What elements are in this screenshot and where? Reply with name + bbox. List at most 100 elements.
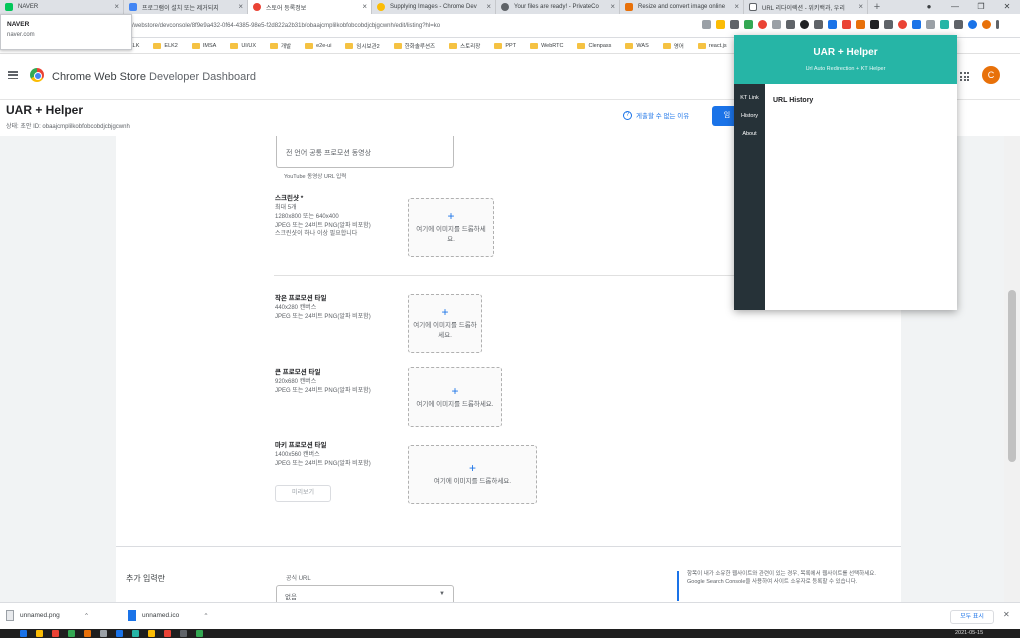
page-scrollbar[interactable] — [1004, 136, 1020, 602]
taskbar-app-icon[interactable] — [84, 630, 91, 637]
close-tab-icon[interactable]: × — [858, 2, 863, 11]
tab-naver[interactable]: NAVER × — [0, 0, 124, 14]
close-downloads-icon[interactable]: ✕ — [1003, 610, 1010, 619]
extension-icon[interactable] — [758, 20, 767, 29]
puzzle-icon[interactable] — [954, 20, 963, 29]
bookmark-item[interactable]: IMSA — [191, 42, 216, 49]
extension-icon[interactable] — [772, 20, 781, 29]
tab-privateconvert[interactable]: Your files are ready! - PrivateCo × — [496, 0, 620, 14]
tab-store-listing[interactable]: 스토어 등록정보 × — [248, 0, 372, 14]
profile-avatar-icon[interactable] — [982, 20, 991, 29]
extension-icon[interactable] — [898, 20, 907, 29]
bookmark-item[interactable]: WAS — [625, 42, 649, 49]
why-cant-submit-link[interactable]: ? 게출할 수 없는 이유 — [623, 110, 689, 120]
extension-icon[interactable] — [884, 20, 893, 29]
tab-supplying-images[interactable]: Supplying Images - Chrome Dev × — [372, 0, 496, 14]
popup-nav-kt-link[interactable]: KT Link — [734, 95, 765, 101]
chevron-up-icon[interactable]: ⌃ — [84, 612, 89, 620]
popup-nav-about[interactable]: About — [734, 131, 765, 137]
tab-wikipedia[interactable]: URL 리다이렉션 - 위키백과, 우리 × — [744, 0, 868, 14]
taskbar-app-icon[interactable] — [180, 630, 187, 637]
show-all-downloads-button[interactable]: 모두 표시 — [950, 610, 994, 624]
extension-icon[interactable] — [744, 20, 753, 29]
bookmark-item[interactable]: react.js — [697, 42, 727, 49]
windows-favicon-icon — [129, 3, 137, 11]
bookmark-item[interactable]: 개발 — [270, 42, 291, 50]
tab-program-uninstall[interactable]: 프로그램이 설치 또는 제거되지 × — [124, 0, 248, 14]
official-url-select[interactable]: 없음 ▼ — [276, 585, 454, 602]
popup-nav-history[interactable]: History — [734, 113, 765, 119]
taskbar-app-icon[interactable] — [36, 630, 43, 637]
chevron-up-icon[interactable]: ⌃ — [203, 612, 208, 620]
extension-icon[interactable] — [856, 20, 865, 29]
extension-icon[interactable] — [828, 20, 837, 29]
close-tab-icon[interactable]: × — [734, 2, 739, 11]
tab-resize-image[interactable]: Resize and convert image online × — [620, 0, 744, 14]
extension-icon[interactable] — [786, 20, 795, 29]
extension-icon[interactable] — [730, 20, 739, 29]
extension-icon[interactable] — [814, 20, 823, 29]
bookmark-item[interactable]: WebRTC — [530, 42, 563, 49]
close-tab-icon[interactable]: × — [486, 2, 491, 11]
taskbar-app-icon[interactable] — [20, 630, 27, 637]
small-tile-label: 작은 프로모션 타일 440x280 캔버스 JPEG 또는 24비트 PNG(… — [275, 295, 371, 321]
profile-icon[interactable] — [968, 20, 977, 29]
taskbar-app-icon[interactable] — [164, 630, 171, 637]
bookmark-item[interactable]: ELK2 — [153, 42, 178, 49]
bookmark-item[interactable]: 영어 — [662, 42, 684, 50]
hamburger-menu-icon[interactable] — [8, 71, 18, 79]
globe-favicon-icon — [501, 3, 509, 11]
small-tile-dropzone[interactable]: + 여기에 이미지를 드롭하세요. — [408, 294, 482, 353]
folder-icon — [530, 42, 539, 49]
popup-subtitle: Url Auto Redirection + KT Helper — [805, 66, 886, 72]
taskbar-app-icon[interactable] — [148, 630, 155, 637]
screenshot-dropzone[interactable]: + 여기에 이미지를 드롭하세요. — [408, 198, 494, 257]
tab-label: NAVER — [18, 4, 39, 10]
taskbar-app-icon[interactable] — [52, 630, 59, 637]
close-tab-icon[interactable]: × — [610, 2, 615, 11]
maximize-icon[interactable]: ❐ — [968, 0, 994, 14]
bookmark-item[interactable]: 임시보관2 — [345, 42, 380, 50]
downloads-bar: unnamed.png ⌃ unnamed.ico ⌃ 모두 표시 ✕ — [0, 602, 1020, 629]
uar-helper-extension-icon[interactable] — [940, 20, 949, 29]
address-bar[interactable]: /webstore/devconsole/8f9e9a432-0f64-4385… — [132, 19, 722, 33]
scrollbar-thumb[interactable] — [1008, 290, 1016, 462]
taskbar-app-icon[interactable] — [196, 630, 203, 637]
extension-icon[interactable] — [912, 20, 921, 29]
bookmark-item[interactable]: Clenpass — [577, 42, 611, 49]
close-tab-icon[interactable]: × — [362, 2, 367, 11]
taskbar-app-icon[interactable] — [132, 630, 139, 637]
close-tab-icon[interactable]: × — [238, 2, 243, 11]
marquee-tile-dropzone[interactable]: + 여기에 이미지를 드롭하세요. — [408, 445, 537, 504]
minimize-icon[interactable]: — — [942, 0, 968, 14]
bookmark-item[interactable]: e2e-ui — [305, 42, 331, 49]
extension-icon[interactable] — [926, 20, 935, 29]
bookmark-item[interactable]: PPT — [494, 42, 516, 49]
bookmark-item[interactable]: UI/UX — [230, 42, 256, 49]
bookmark-item[interactable]: 한화솔루션즈 — [393, 42, 435, 50]
install-app-icon[interactable] — [702, 20, 711, 29]
extension-icon[interactable] — [870, 20, 879, 29]
new-tab-button[interactable]: + — [868, 0, 886, 14]
download-item[interactable]: unnamed.png ⌃ — [6, 610, 89, 621]
apps-grid-icon[interactable] — [960, 72, 969, 81]
large-tile-dropzone[interactable]: + 여기에 이미지를 드롭하세요. — [408, 367, 502, 427]
taskbar-app-icon[interactable] — [68, 630, 75, 637]
taskbar-app-icon[interactable] — [116, 630, 123, 637]
tab-search-icon[interactable]: ● — [916, 0, 942, 14]
folder-icon — [625, 42, 634, 49]
bookmark-item[interactable]: 스토리장 — [449, 42, 480, 50]
taskbar-app-icon[interactable] — [100, 630, 107, 637]
account-avatar[interactable]: C — [982, 66, 1000, 84]
extension-icons — [702, 20, 999, 29]
extension-icon[interactable] — [800, 20, 809, 29]
screenshot-label: 스크린샷 * 최대 5개 1280x800 또는 640x400 JPEG 또는… — [275, 195, 371, 238]
download-item[interactable]: unnamed.ico ⌃ — [128, 610, 209, 621]
close-window-icon[interactable]: ✕ — [994, 0, 1020, 14]
preview-button[interactable]: 미리보기 — [275, 485, 331, 502]
close-tab-icon[interactable]: × — [114, 2, 119, 11]
bookmark-star-icon[interactable] — [716, 20, 725, 29]
menu-kebab-icon[interactable] — [996, 20, 999, 29]
promo-video-input[interactable]: 전 언어 공통 프로모션 동영상 — [276, 136, 454, 168]
extension-icon[interactable] — [842, 20, 851, 29]
